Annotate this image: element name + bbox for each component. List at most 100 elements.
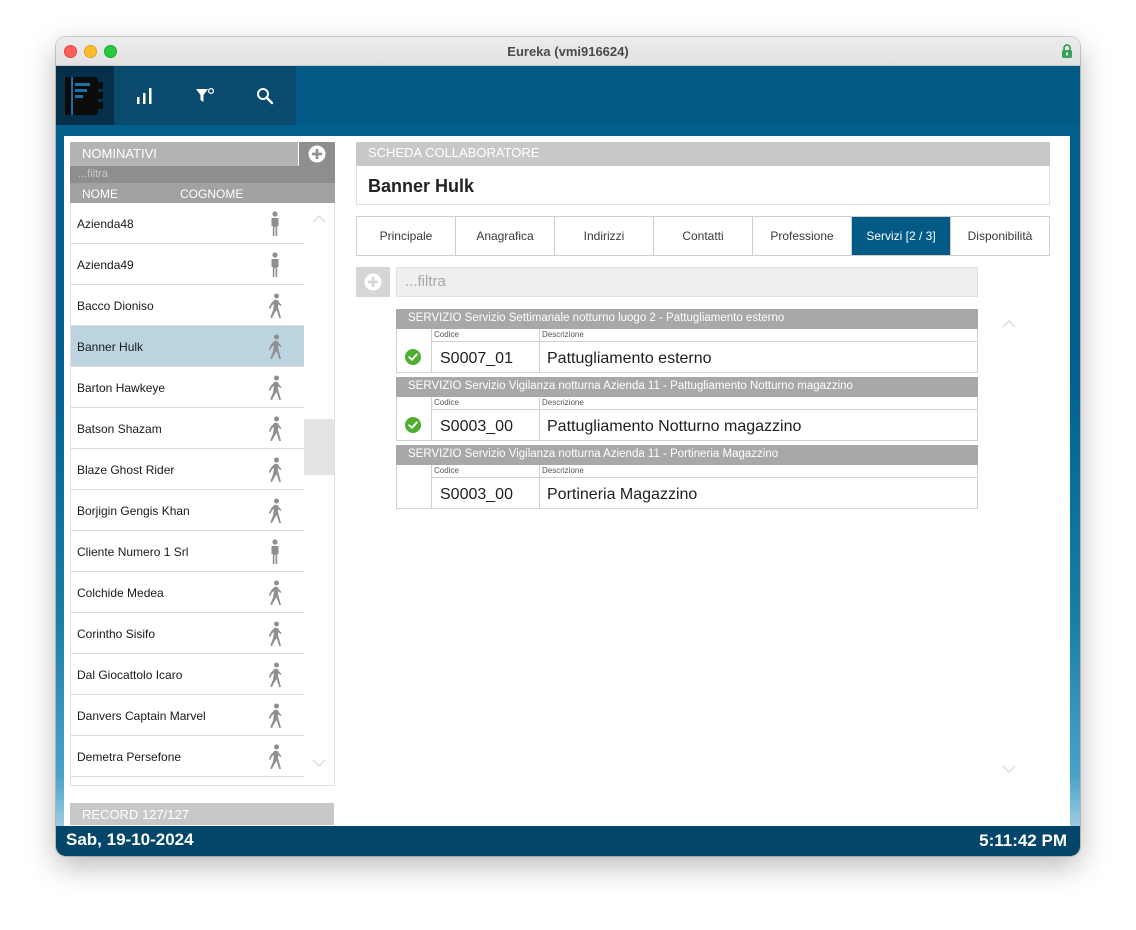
- service-check-cell[interactable]: [397, 397, 432, 441]
- person-walking-icon: [267, 703, 283, 729]
- contact-name: Demetra Persefone: [77, 750, 182, 764]
- status-date: Sab, 19-10-2024: [66, 830, 194, 849]
- collaborator-card: SCHEDA COLLABORATORE Banner Hulk Princip…: [356, 142, 1050, 822]
- service-code: S0003_00: [440, 418, 513, 435]
- contact-row[interactable]: Cliente Numero 1 Srl: [71, 531, 304, 572]
- content-panel: NOMINATIVI ...filtra NOME COGNOME Aziend…: [64, 136, 1070, 826]
- record-counter: RECORD 127/127: [70, 803, 334, 825]
- contact-row[interactable]: Blaze Ghost Rider: [71, 449, 304, 490]
- tab-2[interactable]: Indirizzi: [555, 217, 654, 255]
- service-code-label: Codice: [434, 330, 459, 339]
- service-row[interactable]: Codice Descrizione S0003_00 Pattugliamento …: [396, 397, 978, 441]
- contacts-panel: NOMINATIVI ...filtra NOME COGNOME Aziend…: [70, 142, 335, 825]
- app-window: Eureka (vmi916624) NOMINATIVI ...filtra …: [56, 37, 1080, 856]
- filter-reset-icon[interactable]: [176, 66, 234, 125]
- column-cognome[interactable]: COGNOME: [180, 187, 243, 201]
- contact-row[interactable]: Banner Hulk: [71, 326, 304, 367]
- tab-1[interactable]: Anagrafica: [456, 217, 555, 255]
- contact-name: Dal Giocattolo Icaro: [77, 668, 183, 682]
- chevron-up-icon[interactable]: [1002, 320, 1016, 328]
- search-icon[interactable]: [236, 66, 294, 125]
- contact-name: Cliente Numero 1 Srl: [77, 545, 189, 559]
- service-row[interactable]: Codice Descrizione S0003_00 Portineria Maga…: [396, 465, 978, 509]
- add-service-button[interactable]: [356, 267, 390, 297]
- person-walking-icon: [267, 498, 283, 524]
- person-walking-icon: [267, 744, 283, 770]
- contacts-filter-input[interactable]: ...filtra: [70, 166, 335, 183]
- status-time: 5:11:42 PM: [979, 831, 1067, 850]
- notebook-logo-icon[interactable]: [56, 66, 114, 125]
- card-header: SCHEDA COLLABORATORE: [356, 142, 1050, 166]
- services-filter-input[interactable]: ...filtra: [396, 267, 978, 297]
- contacts-scroll-thumb[interactable]: [304, 419, 334, 475]
- contact-row[interactable]: Batson Shazam: [71, 408, 304, 449]
- tab-0[interactable]: Principale: [357, 217, 456, 255]
- chevron-down-icon[interactable]: [1002, 765, 1016, 773]
- contact-row[interactable]: Azienda49: [71, 244, 304, 285]
- main-toolbar: [56, 66, 1080, 125]
- person-walking-icon: [267, 580, 283, 606]
- person-walking-icon: [267, 662, 283, 688]
- tab-3[interactable]: Contatti: [654, 217, 753, 255]
- contact-name: Colchide Medea: [77, 586, 164, 600]
- toolbar-tools: [56, 66, 296, 125]
- service-title[interactable]: SERVIZIO Servizio Vigilanza notturna Azi…: [396, 445, 978, 465]
- contact-name: Blaze Ghost Rider: [77, 463, 175, 477]
- contact-name: Banner Hulk: [77, 340, 144, 354]
- service-row[interactable]: Codice Descrizione S0007_01 Pattugliamento …: [396, 329, 978, 373]
- contact-row[interactable]: Danvers Captain Marvel: [71, 695, 304, 736]
- add-contact-button[interactable]: [299, 142, 335, 166]
- service-block: SERVIZIO Servizio Settimanale notturno l…: [396, 309, 978, 373]
- column-nome[interactable]: NOME: [82, 187, 118, 201]
- check-circle-icon: [405, 417, 421, 433]
- service-description: Portineria Magazzino: [547, 486, 698, 503]
- service-label-divider: [432, 477, 977, 478]
- service-check-cell[interactable]: [397, 329, 432, 373]
- contact-name: Azienda48: [77, 217, 134, 231]
- service-description: Pattugliamento esterno: [547, 350, 712, 367]
- contacts-list: Azienda48 Azienda49 Bacco Dioniso Banner Hu…: [70, 203, 335, 786]
- contacts-columns-header: NOME COGNOME: [70, 183, 335, 203]
- bar-chart-icon[interactable]: [116, 66, 174, 125]
- plus-circle-icon: [364, 273, 382, 291]
- service-title[interactable]: SERVIZIO Servizio Settimanale notturno l…: [396, 309, 978, 329]
- tab-5[interactable]: Servizi [2 / 3]: [852, 217, 951, 255]
- lock-icon: [1062, 44, 1072, 58]
- contact-name: Borjigin Gengis Khan: [77, 504, 190, 518]
- service-desc-label: Descrizione: [542, 398, 584, 407]
- tab-6[interactable]: Disponibilità: [951, 217, 1049, 255]
- service-check-cell[interactable]: [397, 465, 432, 509]
- service-label-divider: [432, 409, 977, 410]
- services-list: SERVIZIO Servizio Settimanale notturno l…: [396, 309, 978, 513]
- person-walking-icon: [267, 416, 283, 442]
- person-walking-icon: [267, 334, 283, 360]
- service-label-divider: [432, 341, 977, 342]
- contact-row[interactable]: Borjigin Gengis Khan: [71, 490, 304, 531]
- person-walking-icon: [267, 375, 283, 401]
- service-title[interactable]: SERVIZIO Servizio Vigilanza notturna Azi…: [396, 377, 978, 397]
- contact-row[interactable]: Barton Hawkeye: [71, 367, 304, 408]
- window-title: Eureka (vmi916624): [507, 44, 629, 59]
- person-walking-icon: [267, 621, 283, 647]
- service-desc-label: Descrizione: [542, 466, 584, 475]
- contact-row[interactable]: Dal Giocattolo Icaro: [71, 654, 304, 695]
- status-bar: Sab, 19-10-2024 5:11:42 PM: [56, 826, 1080, 856]
- contact-row[interactable]: Bacco Dioniso: [71, 285, 304, 326]
- title-bar: Eureka (vmi916624): [56, 37, 1080, 66]
- contact-name: Corintho Sisifo: [77, 627, 156, 641]
- contact-row[interactable]: Colchide Medea: [71, 572, 304, 613]
- check-circle-icon: [405, 349, 421, 365]
- contacts-scrollbar[interactable]: [304, 203, 334, 785]
- collaborator-name: Banner Hulk: [356, 166, 1050, 205]
- contact-row[interactable]: Corintho Sisifo: [71, 613, 304, 654]
- service-code-label: Codice: [434, 466, 459, 475]
- chevron-up-icon[interactable]: [312, 215, 326, 223]
- chevron-down-icon[interactable]: [312, 759, 326, 767]
- card-tabs: Principale Anagrafica Indirizzi Contatti Pro…: [356, 216, 1050, 256]
- service-description: Pattugliamento Notturno magazzino: [547, 418, 802, 435]
- contact-row[interactable]: Azienda48: [71, 203, 304, 244]
- person-standing-icon: [267, 539, 283, 565]
- contacts-header: NOMINATIVI: [70, 142, 298, 166]
- tab-4[interactable]: Professione: [753, 217, 852, 255]
- contact-row[interactable]: Demetra Persefone: [71, 736, 304, 777]
